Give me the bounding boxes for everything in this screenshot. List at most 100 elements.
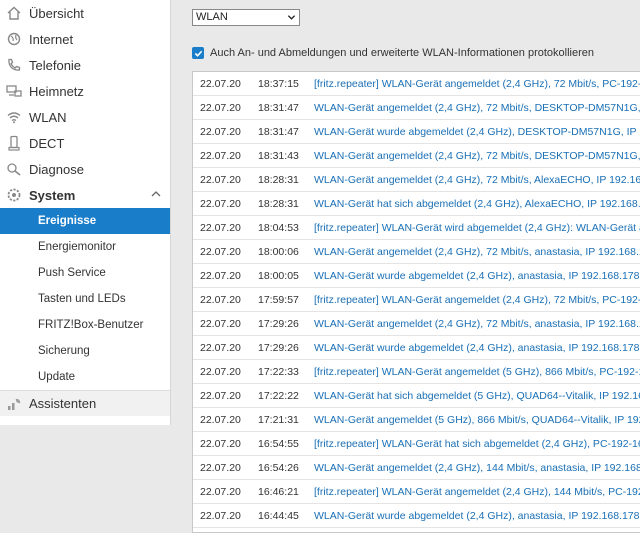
event-filter-select[interactable]: WLAN <box>192 9 300 26</box>
sidebar-item-label: WLAN <box>29 109 67 125</box>
row-time: 18:31:47 <box>258 125 299 138</box>
table-row: 22.07.20 17:59:57 [fritz.repeater] WLAN-Ge… <box>193 288 640 312</box>
event-log-table: 22.07.20 18:37:15 [fritz.repeater] WLAN-Ge… <box>192 71 640 533</box>
row-message-link[interactable]: WLAN-Gerät hat sich abgemeldet (5 GHz), … <box>314 390 640 402</box>
sidebar-subitem-label: Update <box>38 371 76 383</box>
sidebar-item-label: Telefonie <box>29 57 82 73</box>
row-message-link[interactable]: WLAN-Gerät angemeldet (2,4 GHz), 72 Mbit… <box>314 174 640 186</box>
table-row: 22.07.20 16:54:26 WLAN-Gerät angemeldet (2… <box>193 456 640 480</box>
row-date: 22.07.20 <box>200 125 241 138</box>
row-message-link[interactable]: WLAN-Gerät wurde abgemeldet (2,4 GHz), a… <box>314 342 640 354</box>
row-time: 16:54:55 <box>258 437 299 450</box>
sidebar-subitem-update[interactable]: Update <box>0 364 170 390</box>
table-row: 22.07.20 18:28:31 WLAN-Gerät angemeldet (2… <box>193 168 640 192</box>
row-time: 18:28:31 <box>258 197 299 210</box>
table-row: 22.07.20 18:37:15 [fritz.repeater] WLAN-Ge… <box>193 72 640 96</box>
table-row: 22.07.20 18:31:43 WLAN-Gerät angemeldet (2… <box>193 144 640 168</box>
row-message-link[interactable]: [fritz.repeater] WLAN-Gerät wird abgemel… <box>314 222 640 234</box>
sidebar-subitem-energiemonitor[interactable]: Energiemonitor <box>0 234 170 260</box>
log-extended-checkbox[interactable] <box>192 47 204 59</box>
row-date: 22.07.20 <box>200 101 241 114</box>
sidebar-item-diagnose[interactable]: Diagnose <box>0 156 170 182</box>
row-date: 22.07.20 <box>200 317 241 330</box>
row-date: 22.07.20 <box>200 173 241 186</box>
sidebar-item-label: Assistenten <box>29 396 97 411</box>
row-message-link[interactable]: WLAN-Gerät angemeldet (2,4 GHz), 72 Mbit… <box>314 102 640 114</box>
row-time: 17:29:26 <box>258 317 299 330</box>
row-date: 22.07.20 <box>200 269 241 282</box>
table-row: 22.07.20 17:21:31 WLAN-Gerät angemeldet (5… <box>193 408 640 432</box>
log-extended-label: Auch An- und Abmeldungen und erweiterte … <box>210 47 595 59</box>
row-time: 16:46:21 <box>258 485 299 498</box>
wifi-icon <box>6 109 22 125</box>
row-time: 18:37:15 <box>258 77 299 90</box>
row-message-link[interactable]: WLAN-Gerät angemeldet (5 GHz), 866 Mbit/… <box>314 414 640 426</box>
sidebar-item-internet[interactable]: Internet <box>0 26 170 52</box>
row-message-link[interactable]: [fritz.repeater] WLAN-Gerät angemeldet (… <box>314 294 640 306</box>
sidebar-subitem-label: FRITZ!Box-Benutzer <box>38 319 144 331</box>
sidebar-item-label: DECT <box>29 135 65 151</box>
table-row: 22.07.20 16:46:21 [fritz.repeater] WLAN-Ge… <box>193 480 640 504</box>
sidebar-item-wlan[interactable]: WLAN <box>0 104 170 130</box>
sidebar-item-label: System <box>29 187 76 203</box>
row-time: 17:59:57 <box>258 293 299 306</box>
main-content: WLAN Auch An- und Abmeldungen und erweit… <box>192 0 640 533</box>
gear-icon <box>6 187 22 203</box>
sidebar-subitem-sicherung[interactable]: Sicherung <box>0 338 170 364</box>
sidebar-item-system[interactable]: System <box>0 182 170 208</box>
chevron-down-icon <box>287 15 296 20</box>
row-message-link[interactable]: WLAN-Gerät wurde abgemeldet (2,4 GHz), D… <box>314 126 640 138</box>
table-row: 22.07.20 18:00:05 WLAN-Gerät wurde abgemel… <box>193 264 640 288</box>
checkmark-icon <box>194 50 202 57</box>
network-icon <box>6 83 22 99</box>
row-time: 18:31:43 <box>258 149 299 162</box>
row-date: 22.07.20 <box>200 389 241 402</box>
row-message-link[interactable]: WLAN-Gerät wurde abgemeldet (2,4 GHz), a… <box>314 270 640 282</box>
row-date: 22.07.20 <box>200 485 241 498</box>
sidebar-item-uebersicht[interactable]: Übersicht <box>0 0 170 26</box>
row-message-link[interactable]: [fritz.repeater] WLAN-Gerät angemeldet (… <box>314 366 640 378</box>
row-time: 17:22:22 <box>258 389 299 402</box>
table-row: 22.07.20 17:29:26 WLAN-Gerät wurde abgemel… <box>193 336 640 360</box>
diagnose-icon <box>6 161 22 177</box>
sidebar-subitem-ereignisse[interactable]: Ereignisse <box>0 208 170 234</box>
sidebar-subitem-label: Tasten und LEDs <box>38 293 126 305</box>
wizard-icon <box>6 396 22 412</box>
table-row: 22.07.20 18:04:53 [fritz.repeater] WLAN-Ge… <box>193 216 640 240</box>
row-date: 22.07.20 <box>200 221 241 234</box>
log-extended-option[interactable]: Auch An- und Abmeldungen und erweiterte … <box>192 45 594 61</box>
sidebar-subitem-tasten-leds[interactable]: Tasten und LEDs <box>0 286 170 312</box>
row-message-link[interactable]: WLAN-Gerät angemeldet (2,4 GHz), 144 Mbi… <box>314 462 640 474</box>
row-message-link[interactable]: [fritz.repeater] WLAN-Gerät angemeldet (… <box>314 78 640 90</box>
row-date: 22.07.20 <box>200 413 241 426</box>
row-date: 22.07.20 <box>200 461 241 474</box>
row-date: 22.07.20 <box>200 197 241 210</box>
row-message-link[interactable]: WLAN-Gerät angemeldet (2,4 GHz), 72 Mbit… <box>314 150 640 162</box>
row-time: 17:22:33 <box>258 365 299 378</box>
sidebar: Übersicht Internet Telefonie Heimnetz WL… <box>0 0 171 425</box>
sidebar-item-heimnetz[interactable]: Heimnetz <box>0 78 170 104</box>
sidebar-subitem-label: Energiemonitor <box>38 241 116 253</box>
sidebar-subitem-fritzbox-benutzer[interactable]: FRITZ!Box-Benutzer <box>0 312 170 338</box>
home-icon <box>6 5 22 21</box>
table-row: 22.07.20 18:31:47 WLAN-Gerät wurde abgemel… <box>193 120 640 144</box>
sidebar-item-telefonie[interactable]: Telefonie <box>0 52 170 78</box>
row-time: 17:29:26 <box>258 341 299 354</box>
row-date: 22.07.20 <box>200 149 241 162</box>
sidebar-item-dect[interactable]: DECT <box>0 130 170 156</box>
table-row: 22.07.20 18:28:31 WLAN-Gerät hat sich abge… <box>193 192 640 216</box>
sidebar-subitem-push-service[interactable]: Push Service <box>0 260 170 286</box>
sidebar-item-label: Diagnose <box>29 161 84 177</box>
globe-icon <box>6 31 22 47</box>
row-message-link[interactable]: [fritz.repeater] WLAN-Gerät angemeldet (… <box>314 486 640 498</box>
chevron-up-icon[interactable] <box>150 188 162 200</box>
row-time: 18:00:05 <box>258 269 299 282</box>
row-message-link[interactable]: WLAN-Gerät angemeldet (2,4 GHz), 72 Mbit… <box>314 318 640 330</box>
row-time: 18:00:06 <box>258 245 299 258</box>
row-message-link[interactable]: [fritz.repeater] WLAN-Gerät hat sich abg… <box>314 438 640 450</box>
row-message-link[interactable]: WLAN-Gerät hat sich abgemeldet (2,4 GHz)… <box>314 198 640 210</box>
table-row: 22.07.20 17:22:33 [fritz.repeater] WLAN-Ge… <box>193 360 640 384</box>
row-message-link[interactable]: WLAN-Gerät angemeldet (2,4 GHz), 72 Mbit… <box>314 246 640 258</box>
row-date: 22.07.20 <box>200 245 241 258</box>
sidebar-item-assistenten[interactable]: Assistenten <box>0 390 170 416</box>
